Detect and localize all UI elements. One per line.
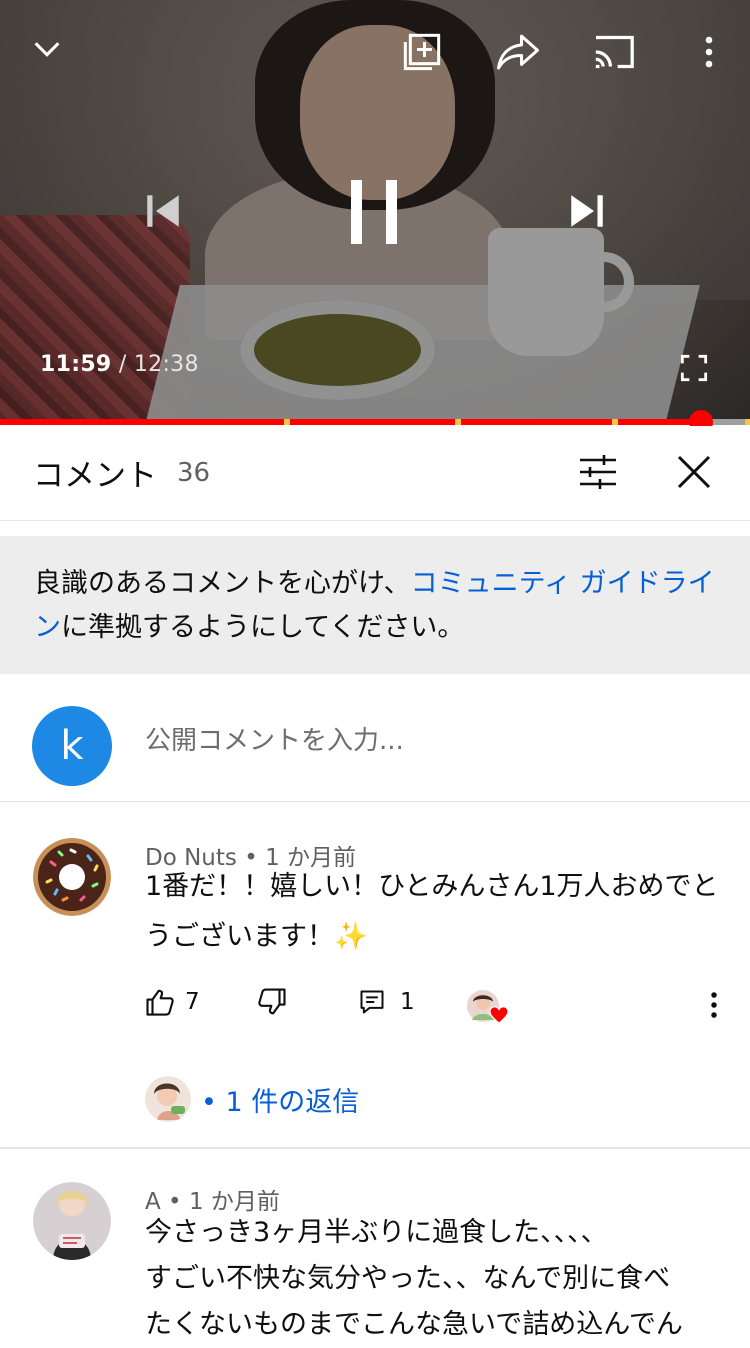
replies-count-label: • 1 件の返信 [201,1086,360,1118]
sort-filter-icon[interactable] [578,454,618,490]
comments-title: コメント [33,458,157,494]
commenter-avatar[interactable] [33,1182,111,1260]
skip-previous-icon[interactable] [142,190,184,232]
comment-item: Do Nuts • 1 か月前 1番だ！！嬉しい！ひとみんさん1万人おめでとうご… [0,804,750,1150]
time-separator: / [118,352,127,377]
notice-text-before: 良識のあるコメントを心がけ、 [34,568,411,599]
progress-bar[interactable] [0,410,750,434]
comment-text-line: すごい不快な気分やった、、なんで別に食べ [145,1263,671,1294]
more-vert-icon[interactable] [694,34,724,70]
reply-button[interactable]: 1 [358,988,415,1016]
thumb-up-icon [146,989,174,1016]
community-guidelines-notice: 良識のあるコメントを心がけ、コミュニティ ガイドラインに準拠するようにしてくださ… [0,536,750,674]
chapter-marker [283,419,290,425]
skip-next-icon[interactable] [566,190,608,232]
add-comment-row: k [0,690,750,802]
view-replies-link[interactable]: • 1 件の返信 [145,1076,359,1122]
share-icon[interactable] [495,32,541,72]
comment-actions: 7 1 [0,980,750,1030]
playback-time: 11:59 / 12:38 [40,352,199,377]
playlist-add-icon[interactable] [402,32,442,72]
like-count: 7 [185,989,200,1015]
fullscreen-icon[interactable] [680,354,708,382]
close-icon[interactable] [674,452,714,492]
reply-count: 1 [400,989,415,1015]
current-time: 11:59 [40,352,112,377]
chapter-marker [454,419,461,425]
cast-icon[interactable] [592,32,636,72]
heart-icon [489,1006,509,1024]
reply-icon [360,990,384,1014]
comment-text: 1番だ！！嬉しい！ひとみんさん1万人おめでとうございます！✨ [145,871,719,952]
comments-count: 36 [177,458,211,488]
comment-more-icon[interactable] [704,990,724,1020]
chapter-marker [612,419,618,425]
chevron-down-icon[interactable] [30,32,64,66]
progress-bar-played [0,419,701,425]
video-duration: 12:38 [133,352,199,377]
comment-text: 今さっき3ヶ月半ぶりに過食した、、、、 すごい不快な気分やった、、なんで別に食べ… [145,1210,745,1348]
comments-header: コメント 36 [0,426,750,521]
comment-input[interactable] [145,726,705,756]
like-button[interactable]: 7 [145,988,200,1016]
user-avatar[interactable]: k [32,706,112,786]
comment-text-line: たくないものまでこんな急いで詰め込んでん [145,1309,683,1340]
pause-icon[interactable] [348,178,402,246]
chapter-marker [744,419,750,425]
comment-item: A • 1 か月前 今さっき3ヶ月半ぶりに過食した、、、、 すごい不快な気分やっ… [0,1150,750,1340]
video-player[interactable]: 11:59 / 12:38 [0,0,750,422]
comment-text-line: 今さっき3ヶ月半ぶりに過食した、、、、 [145,1217,608,1248]
thumb-down-icon[interactable] [257,988,287,1016]
donut-avatar[interactable] [33,838,111,916]
reply-author-avatar [145,1076,191,1122]
creator-heart [467,990,509,1028]
comment-divider [0,1147,750,1149]
notice-text-after: に準拠するようにしてください。 [61,612,465,643]
